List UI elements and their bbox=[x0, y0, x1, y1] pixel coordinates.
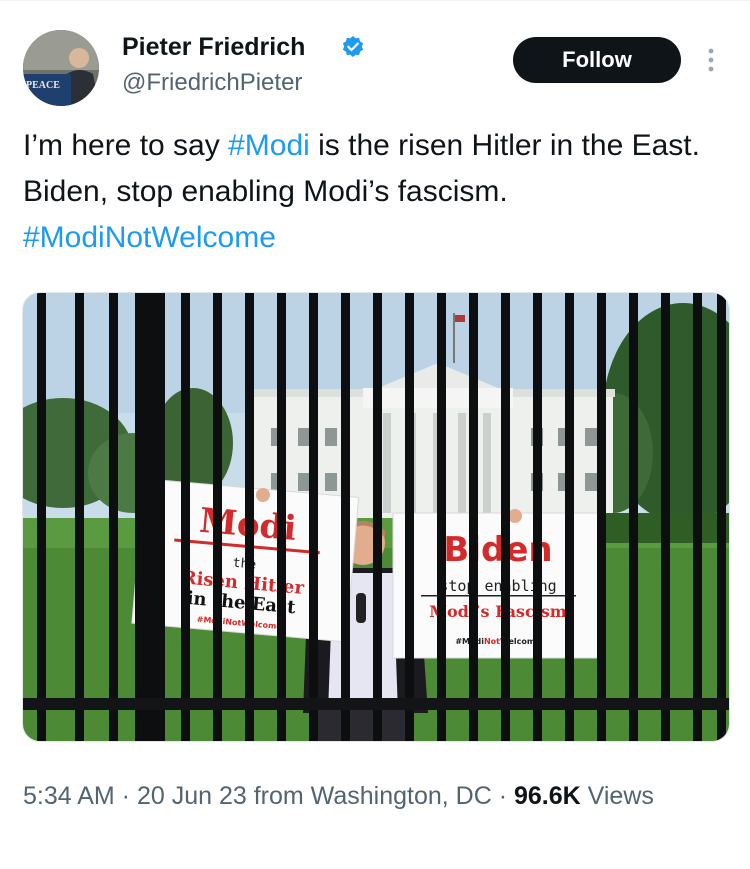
tweet-date[interactable]: 20 Jun 23 bbox=[137, 782, 247, 810]
avatar-sign-text: PEACE bbox=[26, 80, 60, 91]
tweet-location: from Washington, DC bbox=[246, 782, 492, 810]
views-count: 96.6K bbox=[513, 782, 581, 810]
top-divider bbox=[0, 0, 750, 1]
follow-button[interactable]: Follow bbox=[513, 37, 681, 83]
tweet-metadata: 5:34 AM · 20 Jun 23 from Washington, DC … bbox=[23, 777, 723, 815]
tweet-text: I’m here to say #Modi is the risen Hitle… bbox=[23, 123, 713, 261]
sign-right-hashtag: #ModiNotWelcome bbox=[455, 637, 541, 646]
author-handle[interactable]: @FriedrichPieter bbox=[122, 67, 302, 99]
sign-right-line-3: Modi’s Fascism bbox=[429, 602, 566, 621]
hashtag-link-modinotwelcome[interactable]: #ModiNotWelcome bbox=[23, 221, 276, 254]
verified-badge-icon bbox=[342, 36, 364, 57]
sign-right-hashtag-part: Not bbox=[484, 637, 500, 646]
protest-photo-image: Modi the Risen Hitler in the East #ModiN… bbox=[23, 293, 729, 741]
tweet-photo[interactable]: Modi the Risen Hitler in the East #ModiN… bbox=[22, 292, 730, 742]
views-label: Views bbox=[580, 782, 654, 810]
hashtag-link-modi[interactable]: #Modi bbox=[228, 129, 310, 162]
meta-separator: · bbox=[491, 782, 514, 810]
profile-photo-icon: PEACE bbox=[23, 30, 99, 106]
tweet-text-part: I’m here to say bbox=[23, 129, 229, 162]
tweet-timestamp[interactable]: 5:34 AM bbox=[23, 782, 115, 810]
meta-separator: · bbox=[114, 782, 137, 810]
avatar[interactable]: PEACE bbox=[23, 30, 99, 106]
author-display-name[interactable]: Pieter Friedrich bbox=[122, 31, 305, 63]
more-vertical-icon[interactable] bbox=[704, 45, 718, 75]
